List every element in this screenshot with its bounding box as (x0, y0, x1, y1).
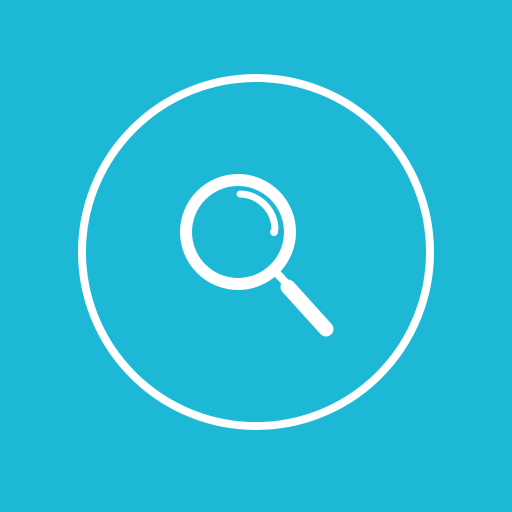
search-icon[interactable] (0, 0, 512, 512)
search-icon-tile[interactable] (0, 0, 512, 512)
magnifier-handle (280, 279, 334, 337)
lens-highlight-dot (270, 228, 278, 236)
outer-ring (78, 74, 434, 430)
lens-highlight (236, 190, 279, 233)
